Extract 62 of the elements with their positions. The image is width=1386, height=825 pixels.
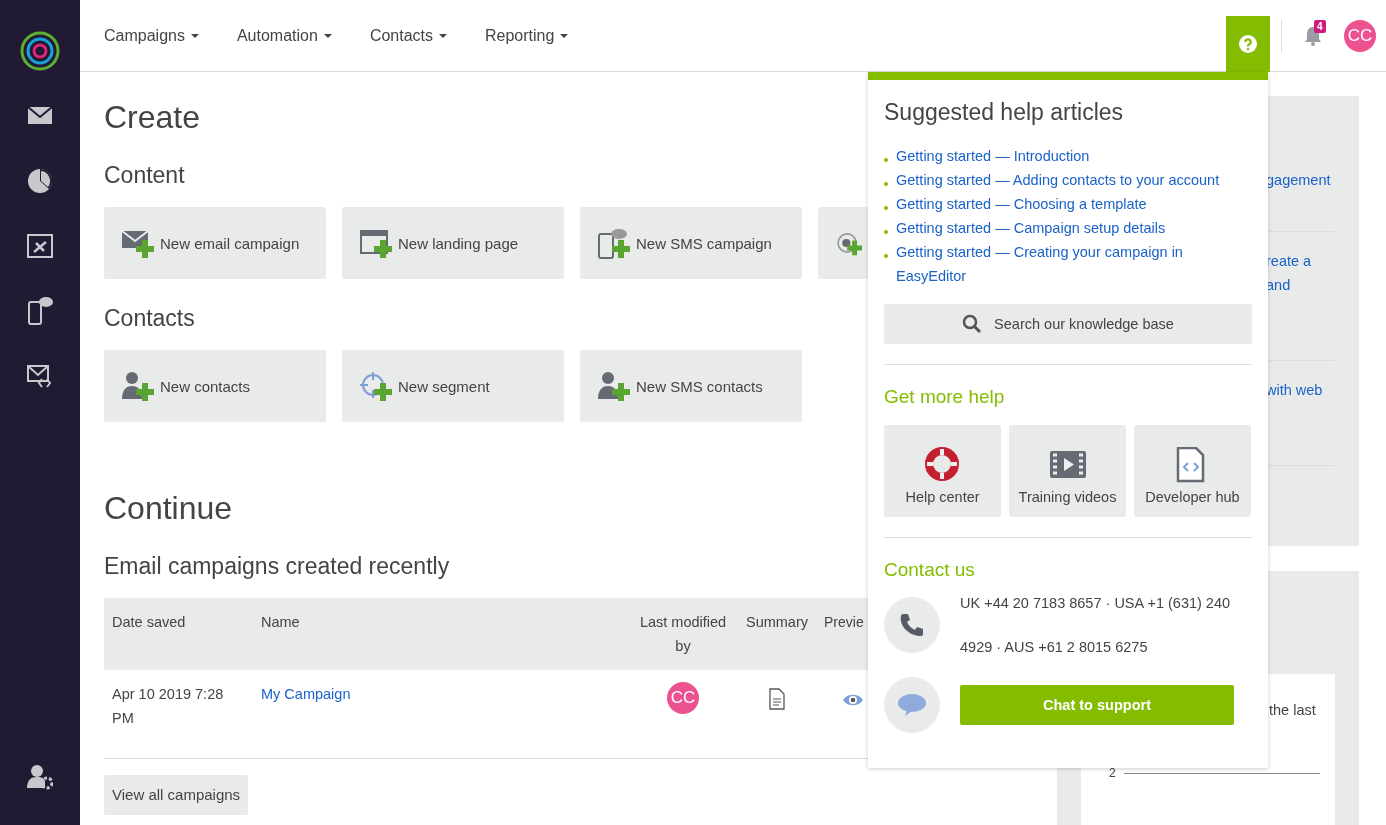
article-link[interactable]: Getting started — Creating your campaign in EasyEditor — [896, 240, 1252, 288]
nav-menu[interactable]: Contacts — [369, 26, 447, 45]
bullet-dot — [884, 206, 888, 210]
nav-menu[interactable]: Campaigns — [104, 26, 199, 45]
search-icon — [962, 314, 983, 334]
lifebuoy-icon — [924, 447, 961, 483]
document-icon[interactable] — [769, 688, 785, 710]
section-title: Continue — [104, 489, 233, 527]
bullet-dot — [884, 158, 888, 162]
section-title: Create — [104, 98, 201, 136]
article-link[interactable]: Getting started — Campaign setup details — [896, 216, 1166, 240]
article-link[interactable]: Getting started — Choosing a template — [896, 192, 1147, 216]
crosshair-plus-icon — [358, 369, 392, 403]
section-subtitle: Contacts — [104, 304, 195, 333]
popup-title: Suggested help articles — [884, 98, 1125, 127]
speech-bubble-icon — [898, 693, 926, 717]
bullet-dot — [884, 182, 888, 186]
column-header: Last modified by — [630, 598, 736, 670]
resource-tile[interactable]: Training videos — [1009, 425, 1126, 517]
column-header: Date saved — [104, 598, 253, 670]
table-cell: Apr 10 2019 7:28 PM — [104, 670, 253, 758]
phone-icon — [899, 612, 925, 638]
section-subtitle: Content — [104, 161, 185, 190]
phone-numbers: UK +44 20 7183 8657 · USA +1 (631) 240 4929 · AUS +61 2 8015 6275 — [960, 594, 1232, 657]
card-text: the last — [1269, 702, 1316, 718]
eye-icon[interactable] — [842, 692, 864, 708]
bullet-dot — [884, 254, 888, 258]
create-tile[interactable]: New SMS campaign — [580, 207, 802, 279]
create-tile[interactable]: New landing page — [342, 207, 564, 279]
section-heading: Get more help — [884, 385, 1006, 409]
user-avatar: CC — [667, 682, 699, 714]
nav-menu[interactable]: Reporting — [485, 26, 569, 45]
resource-tile[interactable]: Help center — [884, 425, 1001, 517]
notification-badge: 4 — [1314, 19, 1326, 33]
create-tile[interactable]: New contacts — [104, 350, 326, 422]
search-button[interactable]: Search our knowledge base — [884, 304, 1252, 344]
column-header: Name — [253, 598, 630, 670]
axis-label: 2 — [1109, 766, 1116, 780]
create-tile[interactable]: New SMS contacts — [580, 350, 802, 422]
campaign-link[interactable]: My Campaign — [261, 686, 351, 702]
section-subtitle: Email campaigns created recently — [104, 552, 450, 581]
person-plus-icon — [120, 369, 154, 403]
pie-chart-icon[interactable] — [27, 167, 53, 194]
article-link[interactable]: Getting started — Introduction — [896, 144, 1090, 168]
column-header: Summary — [736, 598, 818, 670]
help-icon — [1239, 35, 1257, 53]
create-tile[interactable]: New segment — [342, 350, 564, 422]
section-heading: Contact us — [884, 558, 976, 582]
view-all-button[interactable]: View all campaigns — [104, 774, 249, 815]
create-tile[interactable] — [818, 207, 868, 279]
article-link[interactable]: Getting started — Adding contacts to your account — [896, 168, 1220, 192]
create-tile[interactable]: New email campaign — [104, 207, 326, 279]
phone-chat-plus-icon — [596, 226, 630, 260]
logo-icon[interactable] — [20, 30, 60, 71]
person-plus-icon — [596, 369, 630, 403]
bullet-dot — [884, 230, 888, 234]
phone-chat-icon[interactable] — [27, 295, 53, 326]
article-link[interactable]: gagement — [1266, 168, 1335, 192]
resource-tile[interactable]: Developer hub — [1134, 425, 1251, 517]
user-gear-icon[interactable] — [27, 763, 53, 790]
nav-menu[interactable]: Automation — [236, 26, 332, 45]
envelope-code-icon[interactable] — [27, 362, 53, 389]
